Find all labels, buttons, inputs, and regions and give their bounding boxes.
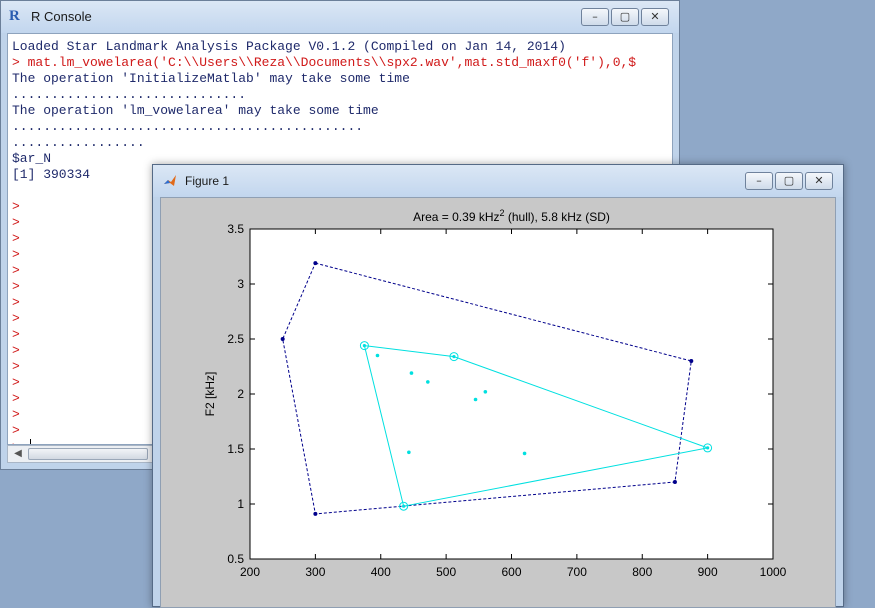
vowel-area-plot: Area = 0.39 kHz2 (hull), 5.8 kHz (SD) F2… — [203, 208, 787, 579]
matlab-logo-icon — [164, 175, 176, 186]
y-tick-label: 3.5 — [227, 222, 244, 236]
plot-axes — [249, 228, 774, 560]
outer-vertex-point — [689, 359, 694, 363]
console-line: > — [12, 279, 20, 294]
figure-canvas: Area = 0.39 kHz2 (hull), 5.8 kHz (SD) F2… — [160, 197, 836, 608]
console-line: > — [12, 391, 20, 406]
y-tick-label: 1 — [237, 497, 244, 511]
data-point — [375, 353, 380, 358]
close-button[interactable]: ✕ — [641, 8, 669, 26]
console-line: > — [12, 359, 20, 374]
console-line: > — [12, 407, 20, 422]
console-line: > — [12, 231, 20, 246]
console-line: > — [12, 295, 20, 310]
figure-titlebar[interactable]: Figure 1 – ▢ ✕ — [153, 165, 843, 197]
console-line: ........................................… — [12, 119, 364, 134]
x-tick-label: 200 — [240, 565, 260, 579]
chart-title: Area = 0.39 kHz2 (hull), 5.8 kHz (SD) — [413, 208, 610, 224]
chart-title-prefix: Area = 0.39 kHz — [413, 210, 499, 224]
outer-vertex-point — [313, 511, 318, 516]
hull-vertex-point — [706, 446, 710, 450]
data-point — [426, 380, 430, 384]
scrollbar-thumb[interactable] — [28, 448, 148, 460]
console-line: The operation 'lm_vowelarea' may take so… — [12, 103, 379, 118]
x-tick-label: 800 — [632, 565, 652, 579]
console-line: > — [12, 263, 20, 278]
maximize-button[interactable]: ▢ — [611, 8, 639, 26]
console-line: > — [12, 343, 20, 358]
x-tick-label: 900 — [698, 565, 718, 579]
y-tick-label: 1.5 — [227, 442, 244, 456]
r-logo-icon: R — [9, 8, 20, 24]
r-console-title: R Console — [31, 9, 92, 24]
console-line: > — [12, 375, 20, 390]
x-tick-label: 1000 — [760, 565, 787, 579]
y-tick-label: 0.5 — [227, 552, 244, 566]
hull-vertex-point — [362, 344, 367, 348]
outer-vertex-point — [313, 261, 318, 266]
data-point — [473, 397, 478, 402]
console-line: Loaded Star Landmark Analysis Package V0… — [12, 39, 566, 54]
x-tick-label: 300 — [305, 565, 325, 579]
outer-vertex-point — [280, 337, 285, 341]
console-line: > — [12, 311, 20, 326]
r-console-window-controls: – ▢ ✕ — [581, 8, 669, 26]
figure-title: Figure 1 — [185, 174, 230, 188]
console-line: [1] 390334 — [12, 167, 91, 182]
y-tick-label: 2.5 — [227, 332, 244, 346]
figure-maximize-button[interactable]: ▢ — [775, 172, 803, 190]
console-line: ................. — [12, 135, 145, 150]
minimize-button[interactable]: – — [581, 8, 609, 26]
x-tick-label: 500 — [436, 565, 456, 579]
y-axis-label: F2 [kHz] — [203, 372, 217, 417]
data-point — [522, 451, 527, 456]
outer-vertex-point — [672, 480, 677, 484]
console-line: The operation 'InitializeMatlab' may tak… — [12, 71, 410, 86]
data-point — [483, 390, 488, 394]
console-line: > — [12, 423, 20, 438]
figure-window-controls: – ▢ ✕ — [745, 172, 833, 190]
console-line: > — [12, 215, 20, 230]
data-point — [409, 371, 414, 375]
console-line: $ar_N — [12, 151, 52, 166]
figure-window[interactable]: Figure 1 – ▢ ✕ Area = 0.39 kHz2 (hull), … — [152, 164, 844, 608]
console-line: > mat.lm_vowelarea('C:\\Users\\Reza\\Doc… — [12, 55, 637, 70]
y-tick-label: 3 — [237, 277, 244, 291]
x-tick-label: 700 — [567, 565, 587, 579]
hull-vertex-point — [402, 504, 406, 508]
scroll-left-icon[interactable]: ◀ — [10, 447, 26, 461]
console-line: > — [12, 247, 20, 262]
hull-vertex-point — [452, 355, 456, 359]
figure-close-button[interactable]: ✕ — [805, 172, 833, 190]
figure-minimize-button[interactable]: – — [745, 172, 773, 190]
chart-title-suffix: (hull), 5.8 kHz (SD) — [505, 210, 610, 224]
r-console-titlebar[interactable]: R R Console – ▢ ✕ — [1, 1, 679, 33]
data-point — [407, 450, 411, 455]
x-tick-label: 400 — [371, 565, 391, 579]
console-line: .............................. — [12, 87, 247, 102]
x-tick-label: 600 — [501, 565, 521, 579]
y-tick-label: 2 — [237, 387, 244, 401]
console-line: > — [12, 199, 20, 214]
console-line: > — [12, 327, 20, 342]
